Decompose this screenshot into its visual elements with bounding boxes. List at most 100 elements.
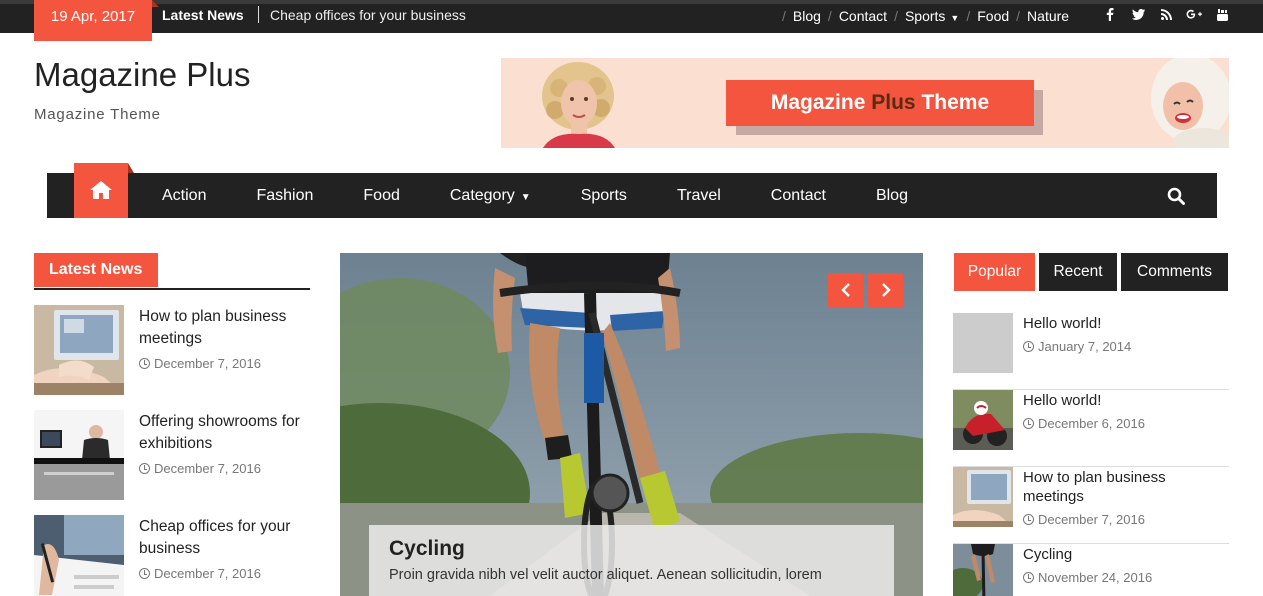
top-bar: 19 Apr, 2017 Latest News Cheap offices f… xyxy=(0,0,1263,41)
banner-text-3: Theme xyxy=(921,91,990,114)
post-date-text: December 7, 2016 xyxy=(1038,512,1145,527)
post-title-link[interactable]: Offering showrooms for exhibitions xyxy=(139,411,314,455)
rss-icon[interactable] xyxy=(1152,9,1180,23)
post-date-text: December 7, 2016 xyxy=(154,461,261,476)
post-title-link[interactable]: Cycling xyxy=(1023,545,1223,564)
banner-model-image-right xyxy=(1133,58,1229,148)
clock-icon xyxy=(1023,572,1034,583)
nav-sports[interactable]: Sports xyxy=(581,187,627,205)
post-thumbnail-placeholder[interactable] xyxy=(953,313,1013,373)
post-date-text: December 6, 2016 xyxy=(1038,416,1145,431)
nav-food[interactable]: Food xyxy=(363,187,399,205)
post-title-link[interactable]: Cheap offices for your business xyxy=(139,516,314,560)
top-nav-sports[interactable]: Sports ▼ xyxy=(905,8,959,24)
post-title-link[interactable]: How to plan business meetings xyxy=(139,306,314,350)
home-button[interactable] xyxy=(74,163,134,218)
ticker-headline-link[interactable]: Cheap offices for your business xyxy=(270,4,466,28)
top-nav-sports-label: Sports xyxy=(904,8,946,24)
latest-news-heading: Latest News xyxy=(34,253,158,287)
home-icon xyxy=(90,181,112,199)
main-nav-items: Action Fashion Food Category ▼ Sports Tra… xyxy=(162,173,958,218)
search-icon[interactable] xyxy=(1167,187,1185,205)
chevron-down-icon: ▼ xyxy=(520,191,531,203)
post-date-text: December 7, 2016 xyxy=(154,566,261,581)
list-item: How to plan business meetings December 7… xyxy=(953,467,1229,544)
nav-separator: / xyxy=(1016,8,1021,24)
post-date-text: November 24, 2016 xyxy=(1038,570,1153,585)
slide-caption: Cycling Proin gravida nibh vel velit auc… xyxy=(369,525,894,596)
nav-separator: / xyxy=(894,8,898,24)
slider-prev-button[interactable] xyxy=(828,273,863,308)
main-navigation: Action Fashion Food Category ▼ Sports Tra… xyxy=(47,163,1217,218)
facebook-icon[interactable] xyxy=(1096,8,1124,24)
post-date: December 7, 2016 xyxy=(1023,512,1145,527)
tab-popular[interactable]: Popular xyxy=(954,253,1035,291)
nav-separator: / xyxy=(827,8,832,24)
top-nav-contact[interactable]: Contact xyxy=(839,8,887,24)
nav-blog[interactable]: Blog xyxy=(876,187,908,205)
sidebar-tabs: Popular Recent Comments xyxy=(954,253,1228,291)
google-plus-icon[interactable] xyxy=(1180,9,1208,23)
post-date: January 7, 2014 xyxy=(1023,339,1131,354)
post-date: December 6, 2016 xyxy=(1023,416,1145,431)
clock-icon xyxy=(1023,514,1034,525)
list-item: Cheap offices for your business December… xyxy=(34,515,314,596)
latest-news-header: Latest News xyxy=(34,253,310,290)
ticker-label: Latest News xyxy=(162,7,244,23)
post-thumbnail[interactable] xyxy=(953,467,1013,527)
post-thumbnail[interactable] xyxy=(34,305,124,395)
banner-text-2: Plus xyxy=(871,91,916,114)
banner-text-1: Magazine xyxy=(770,91,866,114)
post-thumbnail[interactable] xyxy=(953,390,1013,450)
post-date: December 7, 2016 xyxy=(139,566,314,581)
slide-title-link[interactable]: Cycling xyxy=(389,537,874,561)
top-nav: / Blog / Contact / Sports ▼ / Food / Natu… xyxy=(775,4,1069,28)
list-item: Hello world! December 6, 2016 xyxy=(953,390,1229,467)
post-thumbnail[interactable] xyxy=(953,544,1013,596)
current-date: 19 Apr, 2017 xyxy=(34,0,159,41)
tab-comments[interactable]: Comments xyxy=(1121,253,1228,291)
chevron-right-icon xyxy=(881,283,891,297)
list-item: Hello world! January 7, 2014 xyxy=(953,313,1229,390)
nav-action[interactable]: Action xyxy=(162,187,206,205)
clock-icon xyxy=(139,568,150,579)
clock-icon xyxy=(1023,418,1034,429)
clock-icon xyxy=(139,358,150,369)
slider-next-button[interactable] xyxy=(868,273,903,308)
twitter-icon[interactable] xyxy=(1124,9,1152,23)
post-title-link[interactable]: How to plan business meetings xyxy=(1023,468,1223,506)
post-date: November 24, 2016 xyxy=(1023,570,1152,585)
post-date: December 7, 2016 xyxy=(139,461,314,476)
list-item: Cycling November 24, 2016 xyxy=(953,544,1229,596)
nav-contact[interactable]: Contact xyxy=(771,187,826,205)
tab-recent[interactable]: Recent xyxy=(1039,253,1117,291)
nav-fashion[interactable]: Fashion xyxy=(256,187,313,205)
post-title-link[interactable]: Hello world! xyxy=(1023,391,1223,410)
header-ad-banner[interactable]: Magazine Plus Theme xyxy=(501,58,1229,148)
post-thumbnail[interactable] xyxy=(34,410,124,500)
banner-cta[interactable]: Magazine Plus Theme xyxy=(726,80,1034,126)
social-links xyxy=(1096,4,1236,28)
top-nav-food[interactable]: Food xyxy=(977,8,1009,24)
chevron-left-icon xyxy=(840,283,850,297)
post-thumbnail[interactable] xyxy=(34,515,124,596)
list-item: Offering showrooms for exhibitions Decem… xyxy=(34,410,314,502)
site-description: Magazine Theme xyxy=(34,106,161,123)
ticker-divider xyxy=(258,6,259,23)
post-title-link[interactable]: Hello world! xyxy=(1023,314,1223,333)
post-date-text: December 7, 2016 xyxy=(154,356,261,371)
slide-description: Proin gravida nibh vel velit auctor aliq… xyxy=(389,567,822,583)
nav-category[interactable]: Category ▼ xyxy=(450,187,531,205)
youtube-icon[interactable] xyxy=(1208,8,1236,24)
clock-icon xyxy=(139,463,150,474)
site-title[interactable]: Magazine Plus xyxy=(34,56,250,94)
post-date: December 7, 2016 xyxy=(139,356,314,371)
nav-category-label: Category xyxy=(449,186,515,204)
featured-slider[interactable]: Cycling Proin gravida nibh vel velit auc… xyxy=(340,253,923,596)
list-item: How to plan business meetings December 7… xyxy=(34,305,314,397)
top-nav-blog[interactable]: Blog xyxy=(793,8,821,24)
banner-model-image-left xyxy=(533,58,623,148)
chevron-down-icon: ▼ xyxy=(950,13,960,23)
top-nav-nature[interactable]: Nature xyxy=(1027,8,1069,24)
nav-travel[interactable]: Travel xyxy=(677,187,721,205)
